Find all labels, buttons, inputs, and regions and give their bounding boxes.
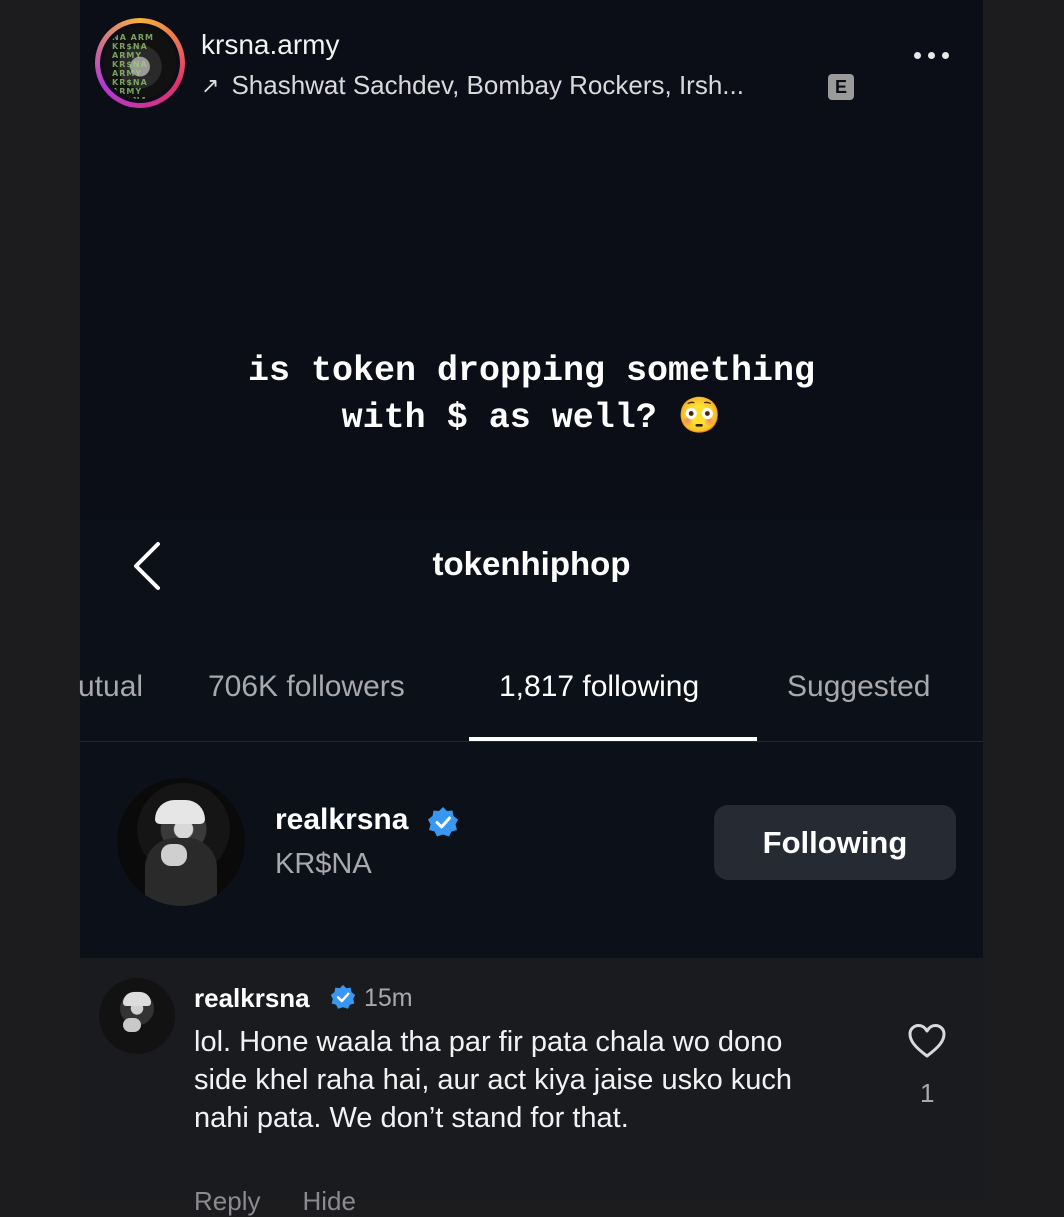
comment-avatar[interactable] (99, 978, 175, 1054)
tab-following[interactable]: 1,817 following (499, 670, 699, 704)
music-info[interactable]: ↗ Shashwat Sachdev, Bombay Rockers, Irsh… (201, 70, 744, 101)
following-button[interactable]: Following (714, 805, 956, 880)
list-user-avatar[interactable] (117, 778, 245, 906)
avatar-text: NA ARM KR$NA ARMY KR$NA ARMY KR$NA ARMY … (112, 33, 154, 99)
comment-text: lol. Hone waala tha par fir pata chala w… (194, 1026, 793, 1134)
explicit-badge: E (828, 74, 854, 100)
heart-icon[interactable] (907, 1023, 947, 1059)
music-text: Shashwat Sachdev, Bombay Rockers, Irsh..… (231, 70, 744, 100)
profile-title: tokenhiphop (432, 545, 631, 582)
reply-button[interactable]: Reply (194, 1186, 260, 1217)
comment-timestamp: 15m (364, 984, 413, 1012)
list-user-username[interactable]: realkrsna (275, 803, 408, 837)
hide-button[interactable]: Hide (302, 1186, 355, 1217)
verified-icon (428, 807, 458, 837)
story-caption: is token dropping something with $ as we… (247, 351, 816, 438)
comment-username[interactable]: realkrsna (194, 983, 310, 1014)
story-username[interactable]: krsna.army (201, 29, 339, 61)
trending-arrow-icon: ↗ (201, 72, 220, 98)
comment-actions: Reply Hide (194, 1186, 356, 1217)
verified-icon (330, 984, 356, 1009)
like-count: 1 (920, 1078, 935, 1108)
list-user-fullname: KR$NA (275, 848, 372, 880)
tab-mutual[interactable]: utual (78, 670, 143, 704)
tab-suggested[interactable]: Suggested (787, 670, 930, 704)
tab-followers[interactable]: 706K followers (208, 670, 405, 704)
more-icon[interactable] (914, 52, 949, 59)
story-avatar[interactable]: NA ARM KR$NA ARMY KR$NA ARMY KR$NA ARMY … (95, 18, 185, 108)
tab-divider (80, 741, 983, 742)
